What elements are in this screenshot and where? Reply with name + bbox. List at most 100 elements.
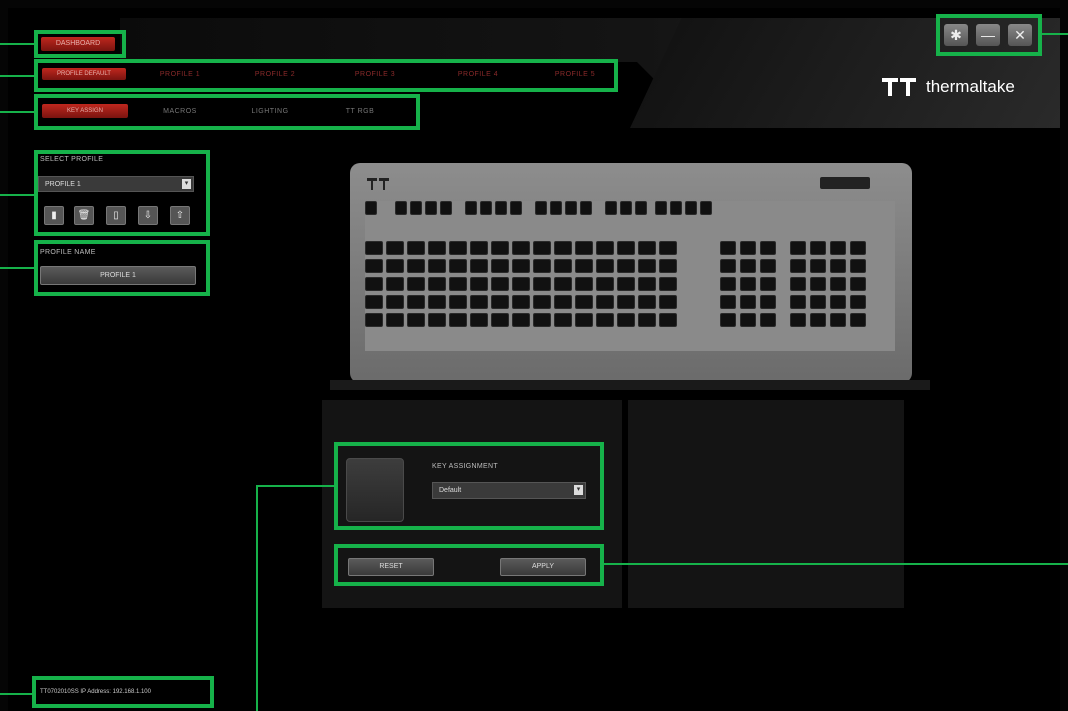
keyboard-key[interactable] xyxy=(850,313,866,327)
keyboard-key[interactable] xyxy=(617,259,635,273)
keyboard-key[interactable] xyxy=(617,277,635,291)
keyboard-key[interactable] xyxy=(410,201,422,215)
keyboard-key[interactable] xyxy=(596,295,614,309)
keyboard-key[interactable] xyxy=(550,201,562,215)
keyboard-key[interactable] xyxy=(810,295,826,309)
keyboard-key[interactable] xyxy=(659,259,677,273)
keyboard-key[interactable] xyxy=(638,241,656,255)
keyboard-key[interactable] xyxy=(449,313,467,327)
keyboard-key[interactable] xyxy=(810,313,826,327)
keyboard-key[interactable] xyxy=(575,277,593,291)
keyboard-key[interactable] xyxy=(512,241,530,255)
keyboard-key[interactable] xyxy=(617,313,635,327)
keyboard-key[interactable] xyxy=(386,259,404,273)
keyboard-key[interactable] xyxy=(575,313,593,327)
keyboard-key[interactable] xyxy=(440,201,452,215)
keyboard-key[interactable] xyxy=(685,201,697,215)
keyboard-key[interactable] xyxy=(533,241,551,255)
keyboard-key[interactable] xyxy=(470,259,488,273)
keyboard-key[interactable] xyxy=(491,277,509,291)
keyboard-key[interactable] xyxy=(554,313,572,327)
keyboard-key[interactable] xyxy=(740,259,756,273)
keyboard-key[interactable] xyxy=(365,241,383,255)
keyboard-key[interactable] xyxy=(659,277,677,291)
keyboard-key[interactable] xyxy=(810,277,826,291)
keyboard-key[interactable] xyxy=(386,295,404,309)
keyboard-key[interactable] xyxy=(407,241,425,255)
keyboard-key[interactable] xyxy=(790,259,806,273)
keyboard-key[interactable] xyxy=(470,295,488,309)
keyboard-key[interactable] xyxy=(830,313,846,327)
keyboard-key[interactable] xyxy=(480,201,492,215)
keyboard-key[interactable] xyxy=(635,201,647,215)
keyboard-key[interactable] xyxy=(554,259,572,273)
keyboard-key[interactable] xyxy=(850,277,866,291)
keyboard-key[interactable] xyxy=(575,259,593,273)
keyboard-key[interactable] xyxy=(512,259,530,273)
keyboard-key[interactable] xyxy=(638,313,656,327)
keyboard-key[interactable] xyxy=(510,201,522,215)
keyboard-key[interactable] xyxy=(449,295,467,309)
keyboard-key[interactable] xyxy=(428,241,446,255)
keyboard-key[interactable] xyxy=(512,295,530,309)
keyboard-key[interactable] xyxy=(491,313,509,327)
keyboard-key[interactable] xyxy=(554,241,572,255)
keyboard-key[interactable] xyxy=(365,201,377,215)
keyboard-key[interactable] xyxy=(740,277,756,291)
keyboard-key[interactable] xyxy=(428,313,446,327)
keyboard-key[interactable] xyxy=(720,259,736,273)
keyboard-key[interactable] xyxy=(760,313,776,327)
keyboard-key[interactable] xyxy=(830,259,846,273)
keyboard-key[interactable] xyxy=(365,295,383,309)
keyboard-key[interactable] xyxy=(428,259,446,273)
keyboard-key[interactable] xyxy=(830,277,846,291)
keyboard-key[interactable] xyxy=(850,241,866,255)
keyboard-key[interactable] xyxy=(428,277,446,291)
keyboard-key[interactable] xyxy=(596,241,614,255)
keyboard-key[interactable] xyxy=(638,295,656,309)
keyboard-key[interactable] xyxy=(365,277,383,291)
keyboard-key[interactable] xyxy=(790,313,806,327)
keyboard-key[interactable] xyxy=(533,259,551,273)
keyboard-key[interactable] xyxy=(850,259,866,273)
keyboard-key[interactable] xyxy=(830,295,846,309)
keyboard-key[interactable] xyxy=(449,259,467,273)
keyboard-key[interactable] xyxy=(659,313,677,327)
keyboard-key[interactable] xyxy=(554,277,572,291)
keyboard-key[interactable] xyxy=(760,259,776,273)
keyboard-key[interactable] xyxy=(720,241,736,255)
keyboard-key[interactable] xyxy=(535,201,547,215)
keyboard-key[interactable] xyxy=(720,295,736,309)
keyboard-key[interactable] xyxy=(565,201,577,215)
keyboard-key[interactable] xyxy=(760,241,776,255)
keyboard-key[interactable] xyxy=(740,295,756,309)
keyboard-key[interactable] xyxy=(575,241,593,255)
keyboard-key[interactable] xyxy=(617,241,635,255)
keyboard-key[interactable] xyxy=(596,277,614,291)
keyboard-key[interactable] xyxy=(830,241,846,255)
keyboard-key[interactable] xyxy=(740,241,756,255)
keyboard-key[interactable] xyxy=(760,277,776,291)
keyboard-key[interactable] xyxy=(428,295,446,309)
keyboard-key[interactable] xyxy=(638,259,656,273)
keyboard-key[interactable] xyxy=(760,295,776,309)
keyboard-key[interactable] xyxy=(365,313,383,327)
keyboard-key[interactable] xyxy=(580,201,592,215)
keyboard-key[interactable] xyxy=(386,241,404,255)
keyboard-key[interactable] xyxy=(465,201,477,215)
keyboard-key[interactable] xyxy=(790,295,806,309)
keyboard-key[interactable] xyxy=(491,295,509,309)
keyboard-key[interactable] xyxy=(810,259,826,273)
keyboard-key[interactable] xyxy=(670,201,682,215)
keyboard-key[interactable] xyxy=(533,295,551,309)
keyboard-key[interactable] xyxy=(810,241,826,255)
keyboard-key[interactable] xyxy=(720,277,736,291)
keyboard-key[interactable] xyxy=(596,313,614,327)
keyboard-key[interactable] xyxy=(449,241,467,255)
keyboard-key[interactable] xyxy=(638,277,656,291)
keyboard-key[interactable] xyxy=(407,259,425,273)
keyboard-key[interactable] xyxy=(491,259,509,273)
keyboard-key[interactable] xyxy=(512,277,530,291)
keyboard-key[interactable] xyxy=(533,313,551,327)
keyboard-key[interactable] xyxy=(790,241,806,255)
